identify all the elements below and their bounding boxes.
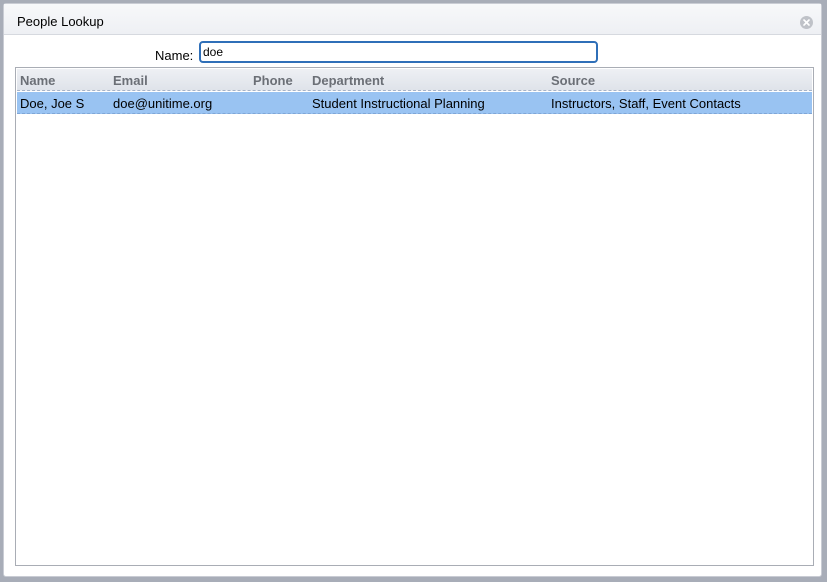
column-header-name[interactable]: Name — [20, 74, 55, 88]
dialog-title-bar[interactable]: People Lookup — [4, 4, 821, 35]
close-x-glyph — [803, 19, 810, 26]
close-icon[interactable] — [800, 16, 813, 29]
name-label: Name: — [155, 48, 194, 63]
cell-department: Student Instructional Planning — [312, 96, 485, 111]
cell-source: Instructors, Staff, Event Contacts — [551, 96, 741, 111]
people-results-table: Name Email Phone Department Source Doe, … — [15, 67, 814, 566]
people-lookup-dialog: People Lookup Name: Name Email Phone Dep… — [3, 3, 822, 577]
cell-name: Doe, Joe S — [20, 96, 85, 111]
dialog-title: People Lookup — [17, 14, 104, 29]
column-header-department[interactable]: Department — [312, 74, 384, 88]
table-header-row: Name Email Phone Department Source — [17, 69, 812, 91]
column-header-source[interactable]: Source — [551, 74, 595, 88]
name-search-input[interactable] — [199, 41, 598, 63]
column-header-phone[interactable]: Phone — [253, 74, 293, 88]
cell-email: doe@unitime.org — [113, 96, 213, 111]
dialog-content: Name: Name Email Phone Department Source… — [11, 36, 814, 571]
table-row[interactable]: Doe, Joe S doe@unitime.org Student Instr… — [17, 92, 812, 114]
column-header-email[interactable]: Email — [113, 74, 148, 88]
